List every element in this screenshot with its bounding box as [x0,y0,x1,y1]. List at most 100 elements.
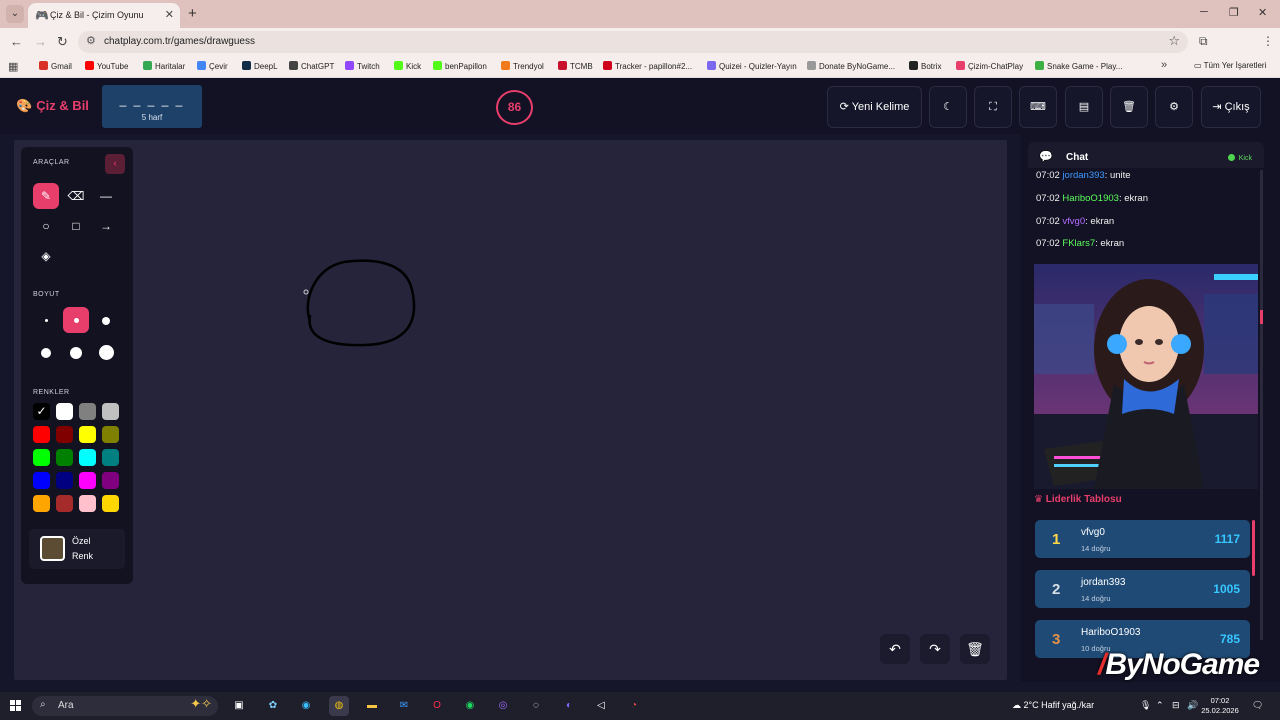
back-button[interactable]: ← [10,34,23,49]
circle-tool[interactable]: ○ [33,213,59,239]
color-swatch[interactable] [102,403,119,420]
color-swatch[interactable] [79,426,96,443]
bookmark-youtube[interactable]: YouTube [85,61,128,71]
taskbar-search[interactable]: ⌕ Ara ✦✧ [32,696,218,716]
globe-app-icon[interactable]: ◌ [526,696,546,716]
bookmark-star-icon[interactable]: ☆ [1168,33,1180,49]
bookmark-donate[interactable]: Donate ByNoGame... [807,61,895,71]
volume-icon[interactable]: 🔊 [1187,700,1198,711]
bookmark-benpapillon[interactable]: benPapillon [433,61,487,71]
opera-icon[interactable]: O [427,696,447,716]
edge-icon[interactable]: ◉ [296,696,316,716]
pencil-tool[interactable]: ✎ [33,183,59,209]
color-swatch[interactable] [102,472,119,489]
line-tool[interactable]: — [93,183,119,209]
drawing-canvas[interactable]: ↶ ↷ 🗑 [14,140,1007,680]
close-icon[interactable]: ✕ [165,8,174,21]
apps-grid-icon[interactable]: ▦ [8,60,18,73]
color-swatch[interactable] [56,495,73,512]
color-swatch[interactable] [56,449,73,466]
copilot-icon[interactable]: ✿ [263,696,283,716]
eraser-tool[interactable]: ⌫ [63,183,89,209]
arrow-tool[interactable]: → [93,213,119,239]
clear-button[interactable]: 🗑 [1110,86,1148,128]
bookmark-kick[interactable]: Kick [394,61,421,71]
forward-button[interactable]: → [34,34,47,49]
browser-menu-icon[interactable]: ⋮ [1262,34,1274,48]
minimize-button[interactable]: ─ [1200,6,1208,18]
restore-button[interactable]: ❐ [1229,6,1239,19]
window-close-button[interactable]: ✕ [1258,6,1267,19]
file-explorer-icon[interactable]: ▬ [362,696,382,716]
notification-icon[interactable]: 🗨 [1252,700,1263,711]
color-swatch[interactable] [79,495,96,512]
app-circle-icon[interactable]: ◎ [493,696,513,716]
color-swatch[interactable] [33,426,50,443]
color-swatch[interactable] [102,495,119,512]
obs-icon[interactable]: ◔ [624,696,644,716]
weather-widget[interactable]: ☁ 2°C Hafif yağ./kar [1012,700,1094,711]
taskbar-clock[interactable]: 07:02 25.02.2026 [1200,696,1240,716]
collapse-panel-button[interactable]: ‹ [105,154,125,174]
bookmark-gmail[interactable]: Gmail [39,61,72,71]
fill-tool[interactable]: ◈ [33,243,59,269]
bookmark-trendyol[interactable]: Trendyol [501,61,544,71]
bookmark-botrix[interactable]: Botrix [909,61,941,71]
capcut-icon[interactable]: ◁ [591,696,611,716]
settings-button[interactable]: ⚙ [1155,86,1193,128]
more-bookmarks-icon[interactable]: » [1161,59,1167,71]
new-tab-button[interactable]: + [188,5,197,22]
chat-scroll-thumb[interactable] [1260,310,1263,324]
tab-list-button[interactable]: ⌄ [6,5,24,23]
color-swatch[interactable] [33,472,50,489]
color-swatch[interactable] [56,403,73,420]
color-swatch[interactable]: ✓ [33,403,50,420]
color-swatch[interactable] [56,472,73,489]
task-view-icon[interactable]: ▣ [229,696,249,716]
redo-button[interactable]: ↷ [920,634,950,664]
dark-mode-button[interactable]: ☾ [929,86,967,128]
extensions-icon[interactable]: ⧉ [1199,34,1208,49]
active-tab[interactable]: 🎮 Çiz & Bil - Çizim Oyunu ✕ [28,3,180,28]
bookmark-deepl[interactable]: DeepL [242,61,278,71]
windows-start-icon[interactable] [10,700,22,712]
size-5-button[interactable] [63,339,89,365]
color-swatch[interactable] [102,449,119,466]
bookmark-snake-game[interactable]: Snake Game - Play... [1035,61,1122,71]
custom-color-button[interactable]: Özel Renk [29,529,125,569]
bookmark-cizim-chatplay[interactable]: Çizim-ChatPlay [956,61,1023,71]
color-swatch[interactable] [102,426,119,443]
bookmark-cevir[interactable]: Çevir [197,61,228,71]
microphone-icon[interactable]: 🎙 [1140,700,1151,711]
size-3-button[interactable] [93,307,119,333]
color-swatch[interactable] [56,426,73,443]
canvas-clear-button[interactable]: 🗑 [960,634,990,664]
color-swatch[interactable] [33,449,50,466]
archive-button[interactable]: ▤ [1065,86,1103,128]
size-6-button[interactable] [93,339,119,365]
omnibox[interactable]: ⚙ chatplay.com.tr/games/drawguess ☆ [78,31,1188,53]
bookmark-tcmb[interactable]: TCMB [558,61,593,71]
undo-button[interactable]: ↶ [880,634,910,664]
size-2-button[interactable] [63,307,89,333]
fullscreen-button[interactable]: ⛶ [974,86,1012,128]
reload-button[interactable]: ↻ [57,34,68,50]
mail-icon[interactable]: ✉ [394,696,414,716]
keyboard-button[interactable]: ⌨ [1019,86,1057,128]
leaderboard-scroll-thumb[interactable] [1252,520,1255,576]
discord-icon[interactable]: ◐ [559,696,579,716]
color-swatch[interactable] [79,403,96,420]
size-1-button[interactable] [33,307,59,333]
bookmark-chatgpt[interactable]: ChatGPT [289,61,334,71]
chevron-up-icon[interactable]: ⌃ [1156,700,1164,711]
site-info-icon[interactable]: ⚙ [86,34,96,47]
chrome-icon[interactable]: ◍ [329,696,349,716]
rectangle-tool[interactable]: □ [63,213,89,239]
size-4-button[interactable] [33,339,59,365]
bookmark-tracker[interactable]: Tracker - papillon#2... [603,61,692,71]
network-icon[interactable]: ⊟ [1172,700,1180,711]
bookmark-twitch[interactable]: Twitch [345,61,380,71]
color-swatch[interactable] [33,495,50,512]
color-swatch[interactable] [79,472,96,489]
new-word-button[interactable]: ⟳ Yeni Kelime [827,86,922,128]
